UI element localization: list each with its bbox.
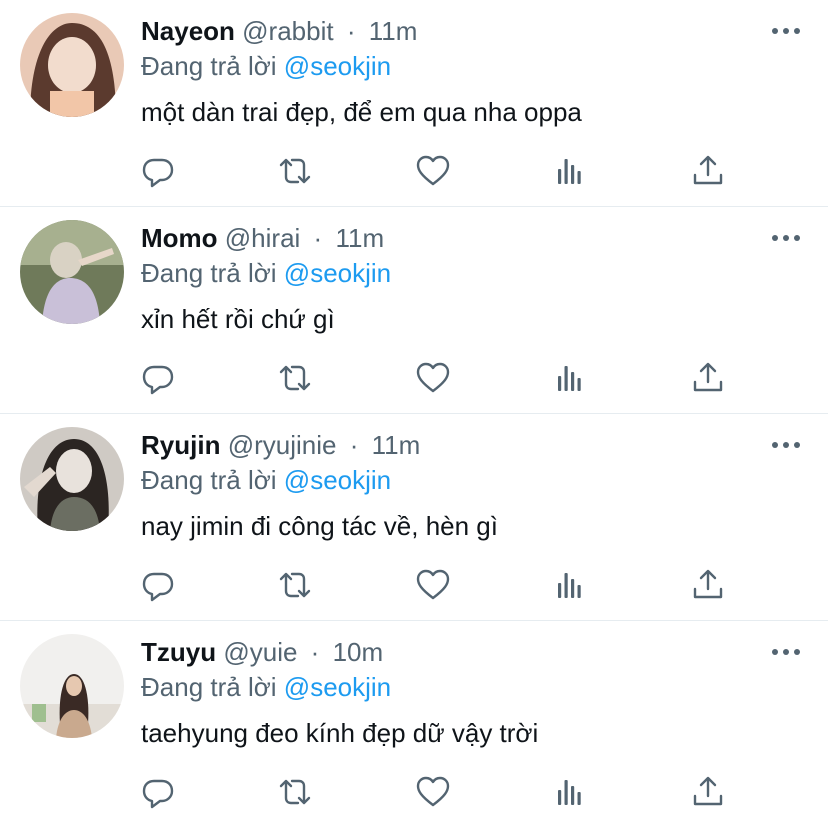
- separator-dot: ·: [310, 637, 320, 667]
- avatar[interactable]: [20, 220, 124, 324]
- share-icon[interactable]: [690, 153, 726, 189]
- user-handle[interactable]: @ryujinie: [228, 430, 337, 460]
- display-name[interactable]: Momo: [141, 223, 218, 253]
- action-bar: [140, 360, 740, 396]
- more-icon[interactable]: [772, 440, 800, 450]
- avatar[interactable]: [20, 427, 124, 531]
- more-icon[interactable]: [772, 233, 800, 243]
- user-handle[interactable]: @rabbit: [242, 16, 333, 46]
- replying-to: Đang trả lời @seokjin: [141, 256, 391, 290]
- action-bar: [140, 774, 740, 810]
- tweet-header: Tzuyu @yuie · 10m: [141, 635, 383, 669]
- reply-icon[interactable]: [140, 774, 176, 810]
- reply-tweet[interactable]: Momo @hirai · 11m Đang trả lời @seokjin …: [0, 207, 828, 414]
- separator-dot: ·: [313, 223, 323, 253]
- avatar[interactable]: [20, 634, 124, 738]
- retweet-icon[interactable]: [277, 774, 313, 810]
- mention-link[interactable]: @seokjin: [284, 465, 391, 495]
- mention-link[interactable]: @seokjin: [284, 672, 391, 702]
- reply-tweet[interactable]: Nayeon @rabbit · 11m Đang trả lời @seokj…: [0, 0, 828, 207]
- timestamp[interactable]: 10m: [333, 637, 384, 667]
- reply-tweet[interactable]: Tzuyu @yuie · 10m Đang trả lời @seokjin …: [0, 621, 828, 828]
- mention-link[interactable]: @seokjin: [284, 51, 391, 81]
- timestamp[interactable]: 11m: [372, 430, 421, 460]
- retweet-icon[interactable]: [277, 153, 313, 189]
- reply-icon[interactable]: [140, 360, 176, 396]
- user-handle[interactable]: @yuie: [223, 637, 297, 667]
- tweet-text: nay jimin đi công tác về, hèn gì: [141, 511, 498, 541]
- reply-tweet[interactable]: Ryujin @ryujinie · 11m Đang trả lời @seo…: [0, 414, 828, 621]
- separator-dot: ·: [349, 430, 359, 460]
- like-icon[interactable]: [415, 567, 451, 603]
- mention-link[interactable]: @seokjin: [284, 258, 391, 288]
- reply-icon[interactable]: [140, 567, 176, 603]
- display-name[interactable]: Nayeon: [141, 16, 235, 46]
- replying-to-label: Đang trả lời: [141, 258, 277, 288]
- share-icon[interactable]: [690, 774, 726, 810]
- display-name[interactable]: Tzuyu: [141, 637, 216, 667]
- display-name[interactable]: Ryujin: [141, 430, 220, 460]
- replying-to: Đang trả lời @seokjin: [141, 463, 391, 497]
- timestamp[interactable]: 11m: [335, 223, 384, 253]
- tweet-header: Nayeon @rabbit · 11m: [141, 14, 417, 48]
- replying-to-label: Đang trả lời: [141, 465, 277, 495]
- more-icon[interactable]: [772, 26, 800, 36]
- separator-dot: ·: [346, 16, 356, 46]
- user-handle[interactable]: @hirai: [225, 223, 301, 253]
- action-bar: [140, 153, 740, 189]
- more-icon[interactable]: [772, 647, 800, 657]
- tweet-header: Momo @hirai · 11m: [141, 221, 384, 255]
- views-icon[interactable]: [553, 567, 589, 603]
- like-icon[interactable]: [415, 153, 451, 189]
- tweet-text: một dàn trai đẹp, để em qua nha oppa: [141, 97, 582, 127]
- timestamp[interactable]: 11m: [369, 16, 418, 46]
- tweet-header: Ryujin @ryujinie · 11m: [141, 428, 420, 462]
- action-bar: [140, 567, 740, 603]
- views-icon[interactable]: [553, 774, 589, 810]
- views-icon[interactable]: [553, 360, 589, 396]
- replying-to-label: Đang trả lời: [141, 672, 277, 702]
- reply-feed: Nayeon @rabbit · 11m Đang trả lời @seokj…: [0, 0, 828, 828]
- retweet-icon[interactable]: [277, 567, 313, 603]
- replying-to: Đang trả lời @seokjin: [141, 670, 391, 704]
- replying-to-label: Đang trả lời: [141, 51, 277, 81]
- retweet-icon[interactable]: [277, 360, 313, 396]
- share-icon[interactable]: [690, 567, 726, 603]
- share-icon[interactable]: [690, 360, 726, 396]
- like-icon[interactable]: [415, 774, 451, 810]
- avatar[interactable]: [20, 13, 124, 117]
- reply-icon[interactable]: [140, 153, 176, 189]
- tweet-text: xỉn hết rồi chứ gì: [141, 304, 335, 334]
- tweet-text: taehyung đeo kính đẹp dữ vậy trời: [141, 718, 539, 748]
- replying-to: Đang trả lời @seokjin: [141, 49, 391, 83]
- views-icon[interactable]: [553, 153, 589, 189]
- like-icon[interactable]: [415, 360, 451, 396]
